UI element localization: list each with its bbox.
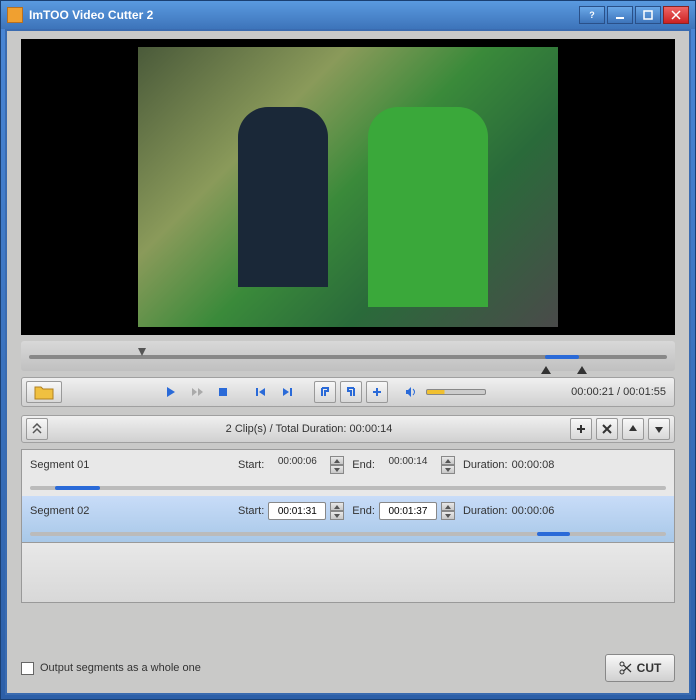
segment-track bbox=[30, 532, 666, 536]
segment-list: Segment 01 Start: 00:00:06 End: 00:00:14 D… bbox=[21, 449, 675, 543]
time-spinner[interactable] bbox=[330, 456, 344, 474]
footer: Output segments as a whole one CUT bbox=[21, 653, 675, 683]
maximize-button[interactable] bbox=[635, 6, 661, 24]
segment-fill bbox=[55, 486, 101, 490]
end-time-value: 00:00:14 bbox=[379, 456, 437, 474]
move-up-button[interactable] bbox=[622, 418, 644, 440]
svg-text:?: ? bbox=[589, 10, 595, 20]
end-label: End: bbox=[352, 505, 375, 517]
time-display: 00:00:21 / 00:01:55 bbox=[571, 386, 670, 398]
clip-summary: 2 Clip(s) / Total Duration: 00:00:14 bbox=[52, 423, 566, 435]
start-label: Start: bbox=[238, 505, 264, 517]
scissors-icon bbox=[619, 661, 633, 675]
play-slow-button[interactable] bbox=[186, 381, 208, 403]
segment-row[interactable]: Segment 02 Start: End: Duration: 00:00:0… bbox=[22, 496, 674, 542]
out-handle[interactable] bbox=[577, 361, 587, 369]
timeline[interactable] bbox=[21, 341, 675, 371]
output-whole-checkbox[interactable] bbox=[21, 662, 34, 675]
window-title: ImTOO Video Cutter 2 bbox=[29, 8, 577, 22]
add-cut-button[interactable] bbox=[366, 381, 388, 403]
video-preview bbox=[21, 39, 675, 335]
volume-button[interactable] bbox=[400, 381, 422, 403]
output-whole-label: Output segments as a whole one bbox=[40, 662, 201, 674]
clip-list-header: 2 Clip(s) / Total Duration: 00:00:14 bbox=[21, 415, 675, 443]
prev-frame-button[interactable] bbox=[250, 381, 272, 403]
content-area: 00:00:21 / 00:01:55 2 Clip(s) / Total Du… bbox=[5, 29, 691, 695]
end-label: End: bbox=[352, 459, 375, 471]
duration-value: 00:00:08 bbox=[512, 459, 555, 471]
in-handle[interactable] bbox=[541, 361, 551, 369]
segment1-marker bbox=[138, 343, 146, 351]
set-end-button[interactable] bbox=[340, 381, 362, 403]
open-file-button[interactable] bbox=[26, 381, 62, 403]
set-start-button[interactable] bbox=[314, 381, 336, 403]
start-label: Start: bbox=[238, 459, 264, 471]
segment-row[interactable]: Segment 01 Start: 00:00:06 End: 00:00:14 D… bbox=[22, 450, 674, 496]
segment-list-empty bbox=[21, 543, 675, 603]
video-frame bbox=[138, 47, 558, 327]
time-spinner[interactable] bbox=[441, 502, 455, 520]
time-spinner[interactable] bbox=[330, 502, 344, 520]
collapse-button[interactable] bbox=[26, 418, 48, 440]
start-time-input[interactable] bbox=[268, 502, 326, 520]
stop-button[interactable] bbox=[212, 381, 234, 403]
playback-controls: 00:00:21 / 00:01:55 bbox=[21, 377, 675, 407]
close-button[interactable] bbox=[663, 6, 689, 24]
cut-button[interactable]: CUT bbox=[605, 654, 675, 682]
next-frame-button[interactable] bbox=[276, 381, 298, 403]
duration-value: 00:00:06 bbox=[512, 505, 555, 517]
app-window: ImTOO Video Cutter 2 ? bbox=[0, 0, 696, 700]
timeline-selection bbox=[545, 355, 579, 359]
segment-name: Segment 02 bbox=[30, 505, 230, 517]
add-segment-button[interactable] bbox=[570, 418, 592, 440]
segment-fill bbox=[537, 532, 570, 536]
duration-label: Duration: bbox=[463, 505, 508, 517]
end-time-input[interactable] bbox=[379, 502, 437, 520]
help-button[interactable]: ? bbox=[579, 6, 605, 24]
duration-label: Duration: bbox=[463, 459, 508, 471]
play-button[interactable] bbox=[160, 381, 182, 403]
minimize-button[interactable] bbox=[607, 6, 633, 24]
segment-track bbox=[30, 486, 666, 490]
move-down-button[interactable] bbox=[648, 418, 670, 440]
title-bar: ImTOO Video Cutter 2 ? bbox=[1, 1, 695, 29]
delete-segment-button[interactable] bbox=[596, 418, 618, 440]
app-icon bbox=[7, 7, 23, 23]
volume-slider[interactable] bbox=[426, 389, 486, 395]
segment-name: Segment 01 bbox=[30, 459, 230, 471]
start-time-value: 00:00:06 bbox=[268, 456, 326, 474]
time-spinner[interactable] bbox=[441, 456, 455, 474]
